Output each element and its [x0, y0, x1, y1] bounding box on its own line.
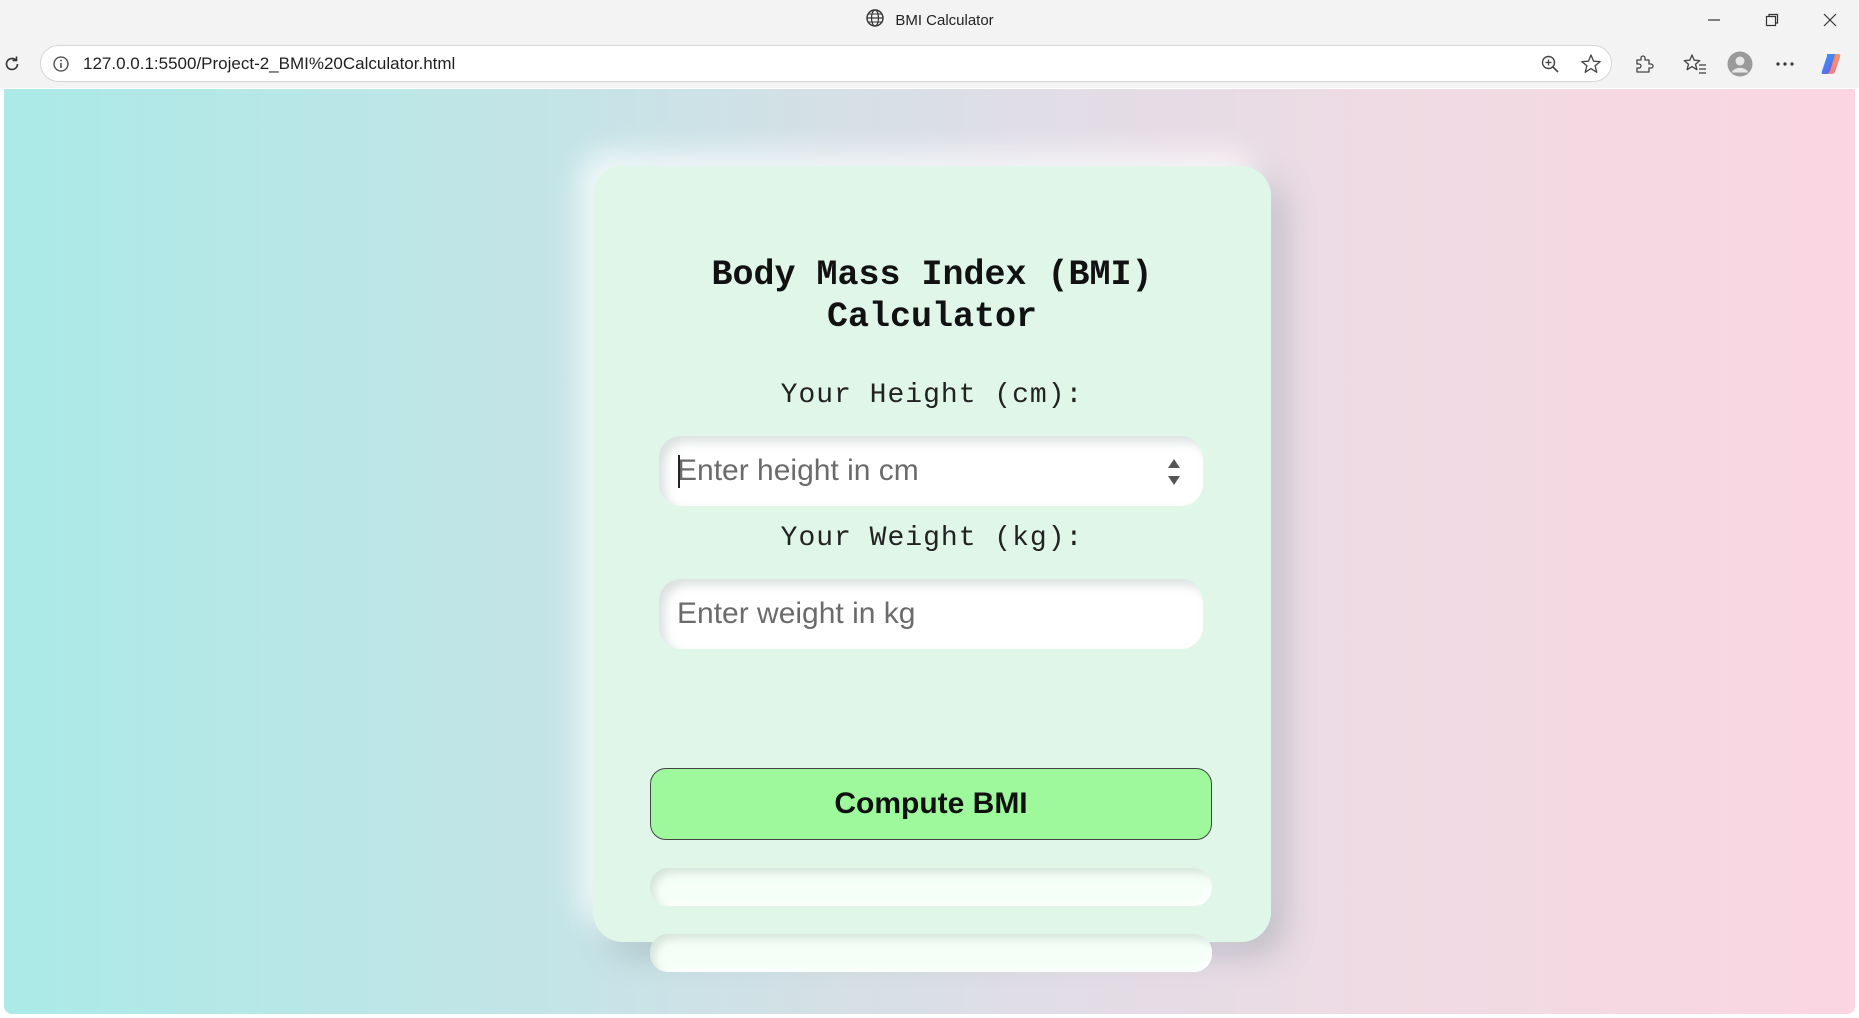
- copilot-icon[interactable]: [1818, 51, 1844, 77]
- weight-label: Your Weight (kg):: [780, 523, 1084, 554]
- minimize-button[interactable]: [1685, 0, 1743, 40]
- bmi-card: Body Mass Index (BMI) Calculator Your He…: [593, 166, 1271, 972]
- close-button[interactable]: [1801, 0, 1859, 40]
- site-info-icon[interactable]: [51, 54, 71, 74]
- page-title: Body Mass Index (BMI) Calculator: [711, 255, 1153, 337]
- compute-bmi-button[interactable]: Compute BMI: [650, 768, 1212, 840]
- bmi-result-value: [650, 868, 1212, 906]
- zoom-icon[interactable]: [1538, 52, 1562, 76]
- text-caret: [678, 455, 680, 488]
- weight-input[interactable]: [659, 579, 1203, 649]
- number-spinner-icon[interactable]: [1167, 457, 1181, 487]
- page-viewport: Body Mass Index (BMI) Calculator Your He…: [4, 89, 1855, 1014]
- more-icon[interactable]: [1772, 51, 1798, 77]
- url-text[interactable]: 127.0.0.1:5500/Project-2_BMI%20Calculato…: [83, 46, 455, 81]
- favorites-icon[interactable]: [1682, 51, 1708, 77]
- height-input[interactable]: [659, 436, 1203, 506]
- favorite-star-icon[interactable]: [1579, 52, 1603, 76]
- window-title-area: BMI Calculator: [0, 0, 1859, 40]
- browser-toolbar: 127.0.0.1:5500/Project-2_BMI%20Calculato…: [0, 40, 1859, 88]
- bmi-result-category: [650, 934, 1212, 972]
- window-titlebar: BMI Calculator: [0, 0, 1859, 40]
- address-bar[interactable]: 127.0.0.1:5500/Project-2_BMI%20Calculato…: [40, 45, 1612, 82]
- window-title: BMI Calculator: [895, 11, 994, 29]
- weight-field-wrapper: [659, 579, 1203, 649]
- globe-icon: [865, 8, 885, 32]
- profile-icon[interactable]: [1727, 51, 1753, 77]
- restore-button[interactable]: [1743, 0, 1801, 40]
- extensions-icon[interactable]: [1631, 51, 1657, 77]
- height-label: Your Height (cm):: [780, 380, 1084, 411]
- reload-icon[interactable]: [0, 52, 24, 76]
- height-field-wrapper: [659, 436, 1203, 506]
